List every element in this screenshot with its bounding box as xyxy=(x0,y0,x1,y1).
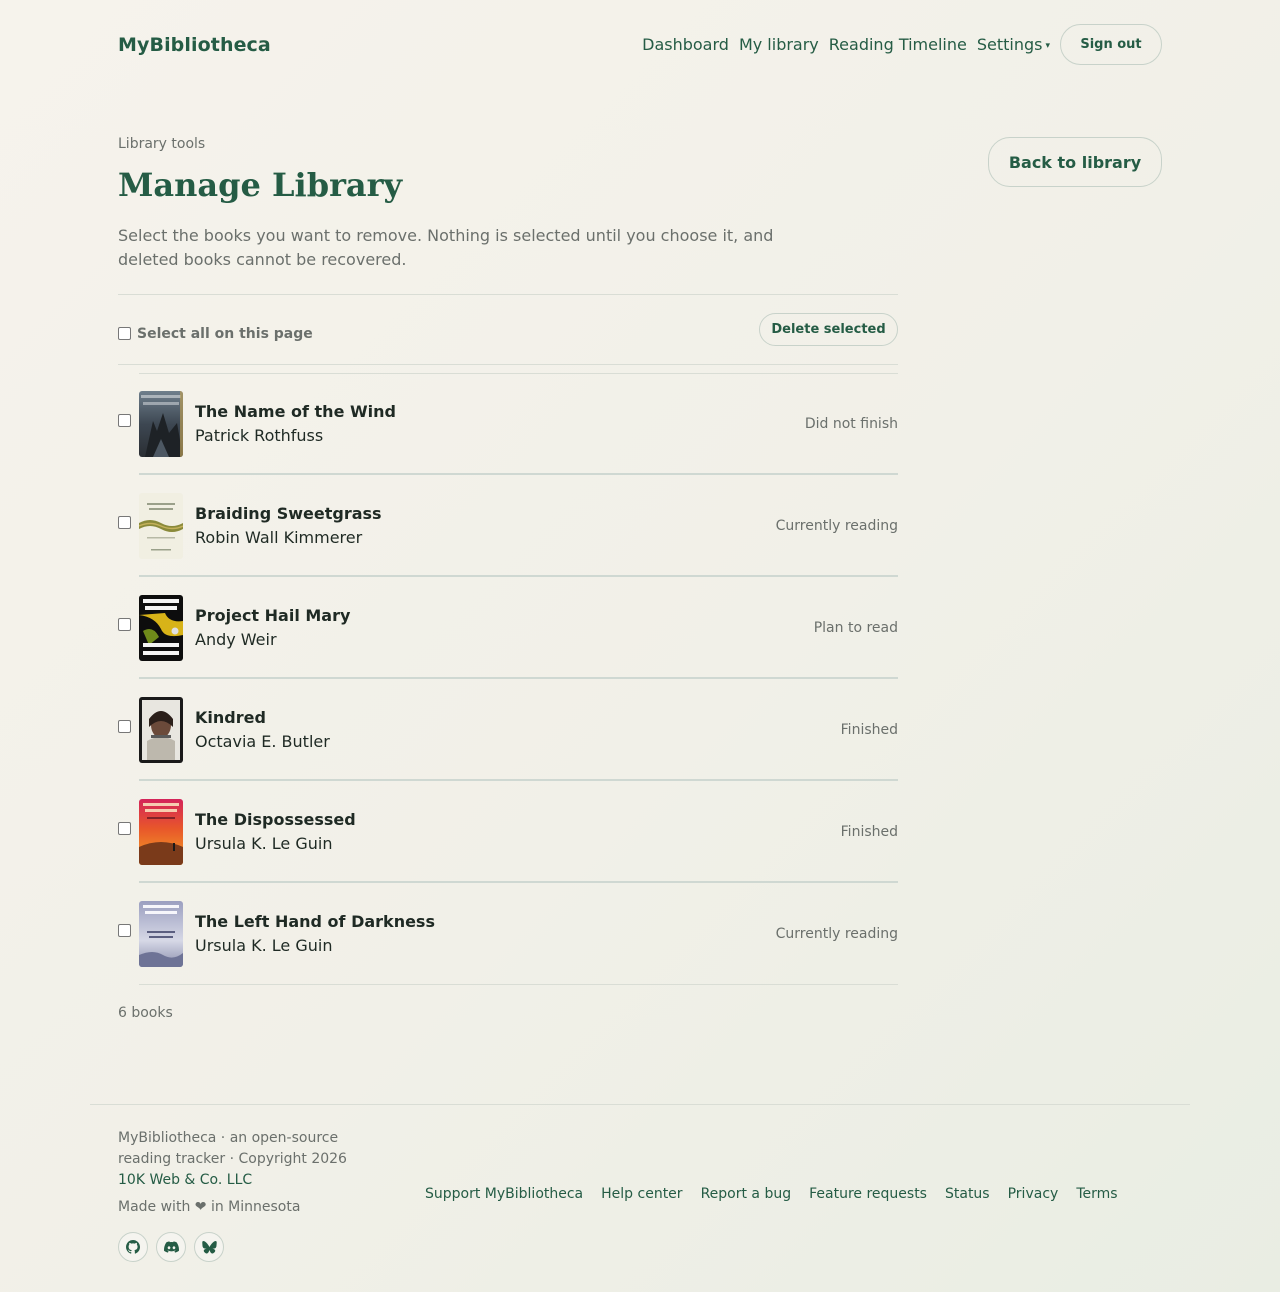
row-divider xyxy=(139,373,898,374)
nav-settings-label: Settings xyxy=(976,35,1043,54)
book-author: Octavia E. Butler xyxy=(195,732,330,751)
page-eyebrow: Library tools xyxy=(118,136,206,152)
top-bar: MyBibliotheca Dashboard My library Readi… xyxy=(118,24,1162,65)
book-cover xyxy=(139,595,183,661)
bulk-toolbar: Select all on this page Delete selected xyxy=(118,313,898,346)
page-intro: Select the books you want to remove. Not… xyxy=(118,226,774,269)
divider xyxy=(118,294,898,295)
book-author: Ursula K. Le Guin xyxy=(195,834,333,853)
brand-logo[interactable]: MyBibliotheca xyxy=(118,34,271,56)
select-all-checkbox[interactable] xyxy=(118,327,131,340)
page-title: Manage Library xyxy=(118,166,403,204)
sign-out-button[interactable]: Sign out xyxy=(1060,24,1162,65)
book-list: The Name of the Wind Patrick Rothfuss Di… xyxy=(118,373,898,985)
book-cover xyxy=(139,697,183,763)
nav-settings[interactable]: Settings ▾ xyxy=(977,35,1050,54)
book-row: Kindred Octavia E. Butler Finished xyxy=(118,679,898,781)
discord-icon[interactable] xyxy=(156,1232,186,1262)
book-row: Braiding Sweetgrass Robin Wall Kimmerer … xyxy=(118,475,898,577)
book-checkbox[interactable] xyxy=(118,924,131,937)
nav-dashboard[interactable]: Dashboard xyxy=(642,35,729,54)
footer-links: Support MyBibliotheca Help center Report… xyxy=(425,1186,1118,1202)
footer-divider xyxy=(90,1104,1190,1105)
bluesky-icon[interactable] xyxy=(194,1232,224,1262)
book-row: The Left Hand of Darkness Ursula K. Le G… xyxy=(118,883,898,985)
book-checkbox[interactable] xyxy=(118,516,131,529)
social-links xyxy=(118,1232,224,1262)
footer-made-with: Made with ❤ in Minnesota xyxy=(118,1199,301,1215)
book-checkbox[interactable] xyxy=(118,618,131,631)
book-title: The Name of the Wind xyxy=(195,402,396,421)
book-checkbox[interactable] xyxy=(118,414,131,427)
delete-selected-button[interactable]: Delete selected xyxy=(759,313,898,346)
footer-link-status[interactable]: Status xyxy=(945,1186,990,1202)
book-cover xyxy=(139,493,183,559)
book-status: Finished xyxy=(840,722,898,738)
book-author: Robin Wall Kimmerer xyxy=(195,528,363,547)
book-cover xyxy=(139,901,183,967)
footer-link-report-bug[interactable]: Report a bug xyxy=(701,1186,792,1202)
book-author: Patrick Rothfuss xyxy=(195,426,324,445)
chevron-down-icon: ▾ xyxy=(1045,40,1050,51)
footer-link-support[interactable]: Support MyBibliotheca xyxy=(425,1186,583,1202)
footer-link-privacy[interactable]: Privacy xyxy=(1008,1186,1059,1202)
book-row: The Dispossessed Ursula K. Le Guin Finis… xyxy=(118,781,898,883)
book-count: 6 books xyxy=(118,1005,173,1021)
book-title: Braiding Sweetgrass xyxy=(195,504,382,523)
book-title: Kindred xyxy=(195,708,266,727)
row-divider xyxy=(139,984,898,985)
book-row: The Name of the Wind Patrick Rothfuss Di… xyxy=(118,373,898,475)
select-all-control[interactable]: Select all on this page xyxy=(118,326,313,342)
book-author: Ursula K. Le Guin xyxy=(195,936,333,955)
back-to-library-button[interactable]: Back to library xyxy=(988,137,1162,187)
book-checkbox[interactable] xyxy=(118,822,131,835)
select-all-label: Select all on this page xyxy=(137,325,313,342)
main-nav: Dashboard My library Reading Timeline Se… xyxy=(642,24,1162,65)
book-status: Currently reading xyxy=(775,518,898,534)
book-cover xyxy=(139,799,183,865)
book-status: Plan to read xyxy=(813,620,898,636)
nav-my-library[interactable]: My library xyxy=(739,35,819,54)
nav-reading-timeline[interactable]: Reading Timeline xyxy=(829,35,967,54)
footer-link-help-center[interactable]: Help center xyxy=(601,1186,682,1202)
footer-company-link[interactable]: 10K Web & Co. LLC xyxy=(118,1172,252,1188)
github-icon[interactable] xyxy=(118,1232,148,1262)
book-row: Project Hail Mary Andy Weir Plan to read xyxy=(118,577,898,679)
book-status: Finished xyxy=(840,824,898,840)
footer-description: MyBibliotheca · an open-source reading t… xyxy=(118,1130,347,1167)
footer-link-feature-requests[interactable]: Feature requests xyxy=(809,1186,927,1202)
divider xyxy=(118,364,898,365)
footer-link-terms[interactable]: Terms xyxy=(1076,1186,1117,1202)
book-status: Did not finish xyxy=(804,416,898,432)
book-title: The Dispossessed xyxy=(195,810,356,829)
book-title: Project Hail Mary xyxy=(195,606,351,625)
book-checkbox[interactable] xyxy=(118,720,131,733)
book-status: Currently reading xyxy=(775,926,898,942)
book-title: The Left Hand of Darkness xyxy=(195,912,435,931)
book-cover xyxy=(139,391,183,457)
book-author: Andy Weir xyxy=(195,630,277,649)
